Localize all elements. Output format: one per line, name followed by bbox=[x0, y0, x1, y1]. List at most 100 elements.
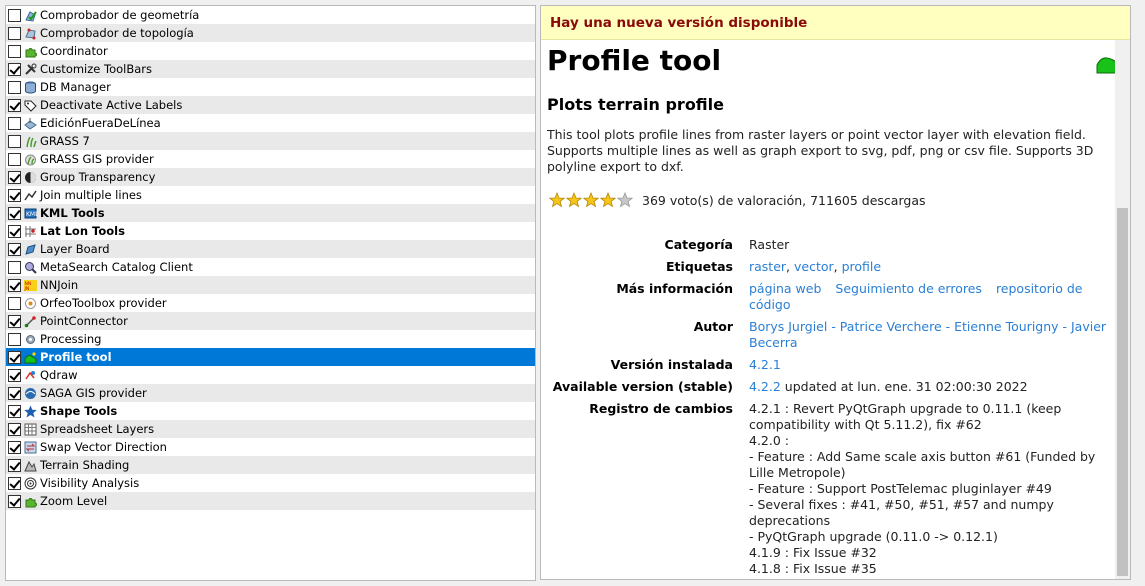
plugin-list-item[interactable]: MetaSearch Catalog Client bbox=[6, 258, 535, 276]
plugin-list-item[interactable]: Spreadsheet Layers bbox=[6, 420, 535, 438]
plugin-list-item[interactable]: Comprobador de geometría bbox=[6, 6, 535, 24]
shape-tools-star-icon bbox=[24, 405, 37, 417]
plugin-enable-checkbox[interactable] bbox=[8, 404, 21, 418]
bug-tracker-link[interactable]: Seguimiento de errores bbox=[835, 281, 982, 296]
plugin-list-item-label: KML Tools bbox=[40, 206, 105, 220]
join-lines-icon bbox=[24, 190, 37, 200]
plugin-enable-checkbox[interactable] bbox=[8, 224, 21, 238]
latlon-icon bbox=[25, 225, 36, 237]
plugin-list-item[interactable]: NN JN NNJoin bbox=[6, 276, 535, 294]
plugin-enable-checkbox[interactable] bbox=[8, 44, 21, 58]
plugin-enable-checkbox[interactable] bbox=[8, 62, 21, 76]
plugin-enable-checkbox[interactable] bbox=[8, 458, 21, 472]
terrain-shading-icon bbox=[24, 460, 37, 471]
plugin-list-item[interactable]: Deactivate Active Labels bbox=[6, 96, 535, 114]
swap-direction-icon bbox=[24, 441, 37, 453]
plugin-list-item[interactable]: Layer Board bbox=[6, 240, 535, 258]
plugin-list-item[interactable]: Qdraw bbox=[6, 366, 535, 384]
plugin-enable-checkbox[interactable] bbox=[8, 314, 21, 328]
plugin-list-item[interactable]: SAGA GIS provider bbox=[6, 384, 535, 402]
details-scrollbar[interactable] bbox=[1115, 40, 1130, 579]
plugin-list-item-label: DB Manager bbox=[40, 80, 111, 94]
plugin-enable-checkbox[interactable] bbox=[8, 26, 21, 40]
plugin-enable-checkbox[interactable] bbox=[8, 494, 21, 508]
plugin-list-item-label: Layer Board bbox=[40, 242, 110, 256]
plugin-enable-checkbox[interactable] bbox=[8, 206, 21, 220]
author-value[interactable]: Borys Jurgiel - Patrice Verchere - Etien… bbox=[749, 319, 1117, 351]
plugin-list-item[interactable]: Processing bbox=[6, 330, 535, 348]
plugin-list-item-label: EdiciónFueraDeLínea bbox=[40, 116, 161, 130]
plugin-list-item-label: Terrain Shading bbox=[40, 458, 130, 472]
plugin-list-item[interactable]: Terrain Shading bbox=[6, 456, 535, 474]
plugin-list-item-label: NNJoin bbox=[40, 278, 79, 292]
plugin-list-item[interactable]: Coordinator bbox=[6, 42, 535, 60]
available-version-label: Available version (stable) bbox=[552, 379, 733, 394]
plugin-list-item[interactable]: Profile tool bbox=[6, 348, 535, 366]
rating-star-icon[interactable] bbox=[549, 192, 565, 208]
plugin-list-item[interactable]: EdiciónFueraDeLínea bbox=[6, 114, 535, 132]
plugin-list-item-label: Join multiple lines bbox=[40, 188, 142, 202]
tools-icon bbox=[25, 63, 37, 75]
plugin-list-item[interactable]: Swap Vector Direction bbox=[6, 438, 535, 456]
plugin-enable-checkbox[interactable] bbox=[8, 98, 21, 112]
rating-stars[interactable] bbox=[549, 192, 634, 208]
plugin-enable-checkbox[interactable] bbox=[8, 350, 21, 364]
plugin-list-item[interactable]: Join multiple lines bbox=[6, 186, 535, 204]
plugin-list-item-label: Lat Lon Tools bbox=[40, 224, 125, 238]
plugin-enable-checkbox[interactable] bbox=[8, 296, 21, 310]
plugin-enable-checkbox[interactable] bbox=[8, 386, 21, 400]
tag-link-profile[interactable]: profile bbox=[842, 259, 881, 274]
update-banner-text: Hay una nueva versión disponible bbox=[550, 15, 808, 31]
available-version-date: updated at lun. ene. 31 02:00:30 2022 bbox=[780, 379, 1028, 394]
topology-checker-icon bbox=[25, 28, 36, 39]
plugin-enable-checkbox[interactable] bbox=[8, 242, 21, 256]
plugin-description: This tool plots profile lines from raste… bbox=[547, 127, 1094, 174]
plugin-list-item[interactable]: Customize ToolBars bbox=[6, 60, 535, 78]
plugin-list[interactable]: Comprobador de geometría Comprobador de t… bbox=[5, 5, 536, 581]
plugin-list-item-label: Processing bbox=[40, 332, 102, 346]
plugin-enable-checkbox[interactable] bbox=[8, 278, 21, 292]
nnjoin-icon: NNJN bbox=[24, 279, 37, 292]
profile-tool-icon bbox=[24, 351, 37, 363]
rating-star-icon[interactable] bbox=[617, 192, 633, 208]
plugin-list-item-label: Comprobador de geometría bbox=[40, 8, 200, 22]
plugin-enable-checkbox[interactable] bbox=[8, 440, 21, 454]
plugin-enable-checkbox[interactable] bbox=[8, 134, 21, 148]
plugin-list-item[interactable]: Shape Tools bbox=[6, 402, 535, 420]
plugin-list-item[interactable]: Comprobador de topología bbox=[6, 24, 535, 42]
plugin-enable-checkbox[interactable] bbox=[8, 152, 21, 166]
processing-gear-icon bbox=[26, 334, 35, 344]
plugin-list-item[interactable]: Visibility Analysis bbox=[6, 474, 535, 492]
transparency-icon bbox=[25, 171, 36, 183]
plugin-enable-checkbox[interactable] bbox=[8, 188, 21, 202]
plugin-enable-checkbox[interactable] bbox=[8, 8, 21, 22]
plugin-list-item[interactable]: Zoom Level bbox=[6, 492, 535, 510]
tag-link-vector[interactable]: vector bbox=[794, 259, 834, 274]
homepage-link[interactable]: página web bbox=[749, 281, 821, 296]
plugin-enable-checkbox[interactable] bbox=[8, 80, 21, 94]
changelog-label: Registro de cambios bbox=[589, 401, 733, 416]
plugin-enable-checkbox[interactable] bbox=[8, 422, 21, 436]
plugin-enable-checkbox[interactable] bbox=[8, 368, 21, 382]
plugin-enable-checkbox[interactable] bbox=[8, 116, 21, 130]
plugin-list-item[interactable]: Group Transparency bbox=[6, 168, 535, 186]
rating-star-icon[interactable] bbox=[600, 192, 616, 208]
tag-link-raster[interactable]: raster bbox=[749, 259, 786, 274]
plugin-enable-checkbox[interactable] bbox=[8, 260, 21, 274]
details-scrollbar-thumb[interactable] bbox=[1117, 208, 1128, 576]
rating-row[interactable]: 369 voto(s) de valoración, 711605 descar… bbox=[549, 192, 926, 208]
plugin-enable-checkbox[interactable] bbox=[8, 476, 21, 490]
plugin-enable-checkbox[interactable] bbox=[8, 170, 21, 184]
installed-version-value: 4.2.1 bbox=[749, 357, 781, 372]
rating-star-icon[interactable] bbox=[566, 192, 582, 208]
plugin-list-item[interactable]: PointConnector bbox=[6, 312, 535, 330]
plugin-list-item[interactable]: DB Manager bbox=[6, 78, 535, 96]
plugin-list-item[interactable]: KMLKML Tools bbox=[6, 204, 535, 222]
plugin-list-item[interactable]: Lat Lon Tools bbox=[6, 222, 535, 240]
rating-star-icon[interactable] bbox=[583, 192, 599, 208]
plugin-enable-checkbox[interactable] bbox=[8, 332, 21, 346]
plugin-list-item[interactable]: GRASS 7 bbox=[6, 132, 535, 150]
plugin-list-item[interactable]: GRASS GIS provider bbox=[6, 150, 535, 168]
plugin-list-item[interactable]: OrfeoToolbox provider bbox=[6, 294, 535, 312]
plugin-list-item-label: Spreadsheet Layers bbox=[40, 422, 155, 436]
